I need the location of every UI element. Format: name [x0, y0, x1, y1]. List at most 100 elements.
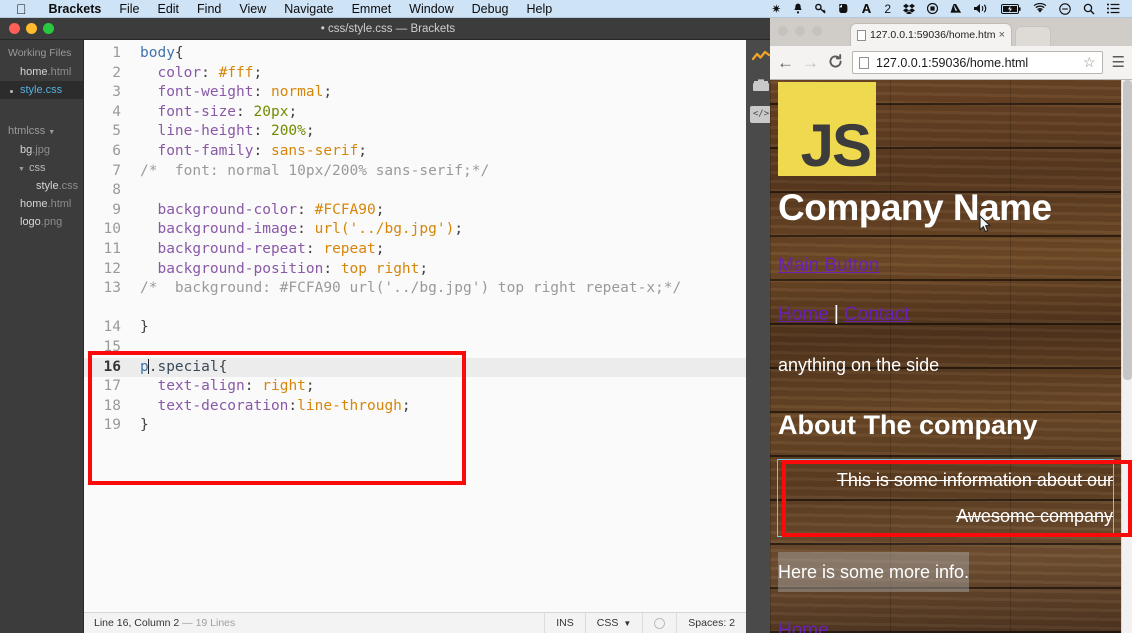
- working-file-style-css[interactable]: style.css: [0, 81, 83, 99]
- notification-center-icon[interactable]: [1101, 3, 1126, 14]
- code-line[interactable]: 4 font-size: 20px;: [84, 103, 746, 123]
- tree-item-bg-jpg[interactable]: bg.jpg: [0, 141, 83, 159]
- forward-icon[interactable]: →: [802, 54, 819, 71]
- key-icon[interactable]: [809, 3, 832, 14]
- code-line[interactable]: 14}: [84, 318, 746, 338]
- reload-icon[interactable]: [827, 53, 843, 72]
- project-root[interactable]: htmlcss ▼: [0, 121, 83, 141]
- tree-item-style-css[interactable]: style.css: [0, 177, 83, 195]
- main-button-link[interactable]: Main Button: [778, 246, 879, 286]
- screen-record-icon[interactable]: [921, 3, 944, 14]
- do-not-disturb-icon[interactable]: [1053, 2, 1077, 15]
- code-line[interactable]: 9 background-color: #FCFA90;: [84, 201, 746, 221]
- line-number: 11: [103, 240, 121, 257]
- tree-item-home-html[interactable]: home.html: [0, 195, 83, 213]
- code-line[interactable]: 3 font-weight: normal;: [84, 83, 746, 103]
- menu-debug[interactable]: Debug: [463, 2, 518, 16]
- maximize-window-button[interactable]: [43, 23, 54, 34]
- page-scrollbar[interactable]: [1121, 80, 1132, 633]
- code-line[interactable]: 6 font-family: sans-serif;: [84, 142, 746, 162]
- google-drive-icon[interactable]: [944, 3, 968, 14]
- close-window-button[interactable]: [778, 26, 788, 36]
- code-token: color: [157, 64, 202, 81]
- line-number: 2: [112, 64, 121, 81]
- code-line[interactable]: 1 body{: [84, 44, 746, 64]
- code-line[interactable]: 13 /* background: #FCFA90 url('../bg.jpg'…: [84, 279, 746, 318]
- code-token: /* background: #FCFA90 url('../bg.jpg') …: [140, 280, 682, 297]
- bookmark-star-icon[interactable]: ☆: [1083, 54, 1096, 71]
- spotlight-search-icon[interactable]: [1077, 3, 1101, 15]
- insert-mode-toggle[interactable]: INS: [544, 612, 585, 633]
- code-line[interactable]: 16 p.special{: [84, 357, 746, 378]
- language-selector[interactable]: CSS ▼: [584, 612, 643, 633]
- menu-find[interactable]: Find: [188, 2, 230, 16]
- menu-window[interactable]: Window: [400, 2, 462, 16]
- code-line[interactable]: 18 text-decoration:line-through;: [84, 397, 746, 417]
- extension-manager-icon[interactable]: [750, 75, 772, 95]
- close-window-button[interactable]: [9, 23, 20, 34]
- tree-item-ext: .html: [47, 198, 72, 210]
- minimize-window-button[interactable]: [795, 26, 805, 36]
- scrollbar-thumb[interactable]: [1123, 80, 1132, 380]
- code-line[interactable]: 10 background-image: url('../bg.jpg');: [84, 220, 746, 240]
- code-token: repeat: [323, 240, 376, 257]
- code-token: background-color: [157, 201, 298, 218]
- lint-status[interactable]: [642, 612, 676, 633]
- menu-navigate[interactable]: Navigate: [275, 2, 342, 16]
- menu-file[interactable]: File: [110, 2, 148, 16]
- code-line[interactable]: 17 text-align: right;: [84, 377, 746, 397]
- code-line[interactable]: 7 /* font: normal 10px/200% sans-serif;*/: [84, 162, 746, 182]
- tree-folder-css[interactable]: ▼ css: [0, 159, 83, 177]
- code-inspection-icon[interactable]: </>: [750, 104, 772, 124]
- code-token: 20px: [253, 103, 289, 120]
- more-info-row: Here is some more info.: [778, 536, 1113, 593]
- back-icon[interactable]: ←: [777, 54, 794, 71]
- sidebar-divider: [0, 99, 83, 121]
- code-token: ;: [305, 123, 315, 140]
- code-token: #FCFA90: [314, 201, 376, 218]
- code-line[interactable]: 8: [84, 181, 746, 201]
- close-tab-icon[interactable]: ×: [999, 29, 1005, 41]
- minimize-window-button[interactable]: [26, 23, 37, 34]
- battery-icon[interactable]: [995, 3, 1027, 14]
- evernote-icon[interactable]: [832, 3, 855, 14]
- line-number: 14: [103, 319, 121, 336]
- volume-icon[interactable]: [968, 3, 995, 14]
- nav-link-home[interactable]: Home: [778, 295, 829, 335]
- menu-brackets[interactable]: Brackets: [40, 2, 111, 16]
- adobe-icon[interactable]: [855, 3, 878, 14]
- live-preview-icon[interactable]: [750, 46, 772, 66]
- footer-link-home[interactable]: Home: [778, 611, 829, 633]
- code-line[interactable]: 5 line-height: 200%;: [84, 122, 746, 142]
- indent-setting[interactable]: Spaces: 2: [676, 612, 746, 633]
- code-line[interactable]: 11 background-repeat: repeat;: [84, 240, 746, 260]
- address-bar[interactable]: 127.0.0.1:59036/home.html ☆: [852, 51, 1103, 74]
- code-line[interactable]: 2 color: #fff;: [84, 64, 746, 84]
- code-token: :: [297, 221, 315, 238]
- code-line-text: /* font: normal 10px/200% sans-serif;*/: [130, 162, 746, 182]
- maximize-window-button[interactable]: [812, 26, 822, 36]
- code-editor[interactable]: 1 body{2 color: #fff; 3 font-weight: norma…: [84, 40, 746, 612]
- new-tab-button[interactable]: [1015, 26, 1051, 46]
- bell-icon[interactable]: [787, 3, 809, 14]
- tree-item-logo-png[interactable]: logo.png: [0, 213, 83, 231]
- browser-tab[interactable]: 127.0.0.1:59036/home.htm ×: [850, 23, 1012, 46]
- brightness-icon[interactable]: ✷: [765, 3, 787, 15]
- brackets-titlebar[interactable]: • css/style.css — Brackets: [0, 18, 776, 40]
- code-line-text: [130, 338, 746, 358]
- menu-view[interactable]: View: [230, 2, 275, 16]
- menu-edit[interactable]: Edit: [148, 2, 188, 16]
- code-line-text: background-color: #FCFA90;: [130, 201, 746, 221]
- menu-emmet[interactable]: Emmet: [343, 2, 401, 16]
- menu-help[interactable]: Help: [517, 2, 561, 16]
- apple-logo-icon[interactable]: : [16, 2, 27, 16]
- dropbox-icon[interactable]: [897, 3, 921, 14]
- lint-status-icon: [654, 617, 666, 629]
- wifi-icon[interactable]: [1027, 3, 1053, 14]
- code-line[interactable]: 19}: [84, 416, 746, 436]
- nav-link-contact[interactable]: Contact: [844, 295, 909, 335]
- code-line[interactable]: 15: [84, 338, 746, 358]
- code-line[interactable]: 12 background-position: top right;: [84, 260, 746, 280]
- working-file-home-html[interactable]: home.html: [0, 63, 83, 81]
- chrome-menu-icon[interactable]: ☰: [1112, 55, 1125, 70]
